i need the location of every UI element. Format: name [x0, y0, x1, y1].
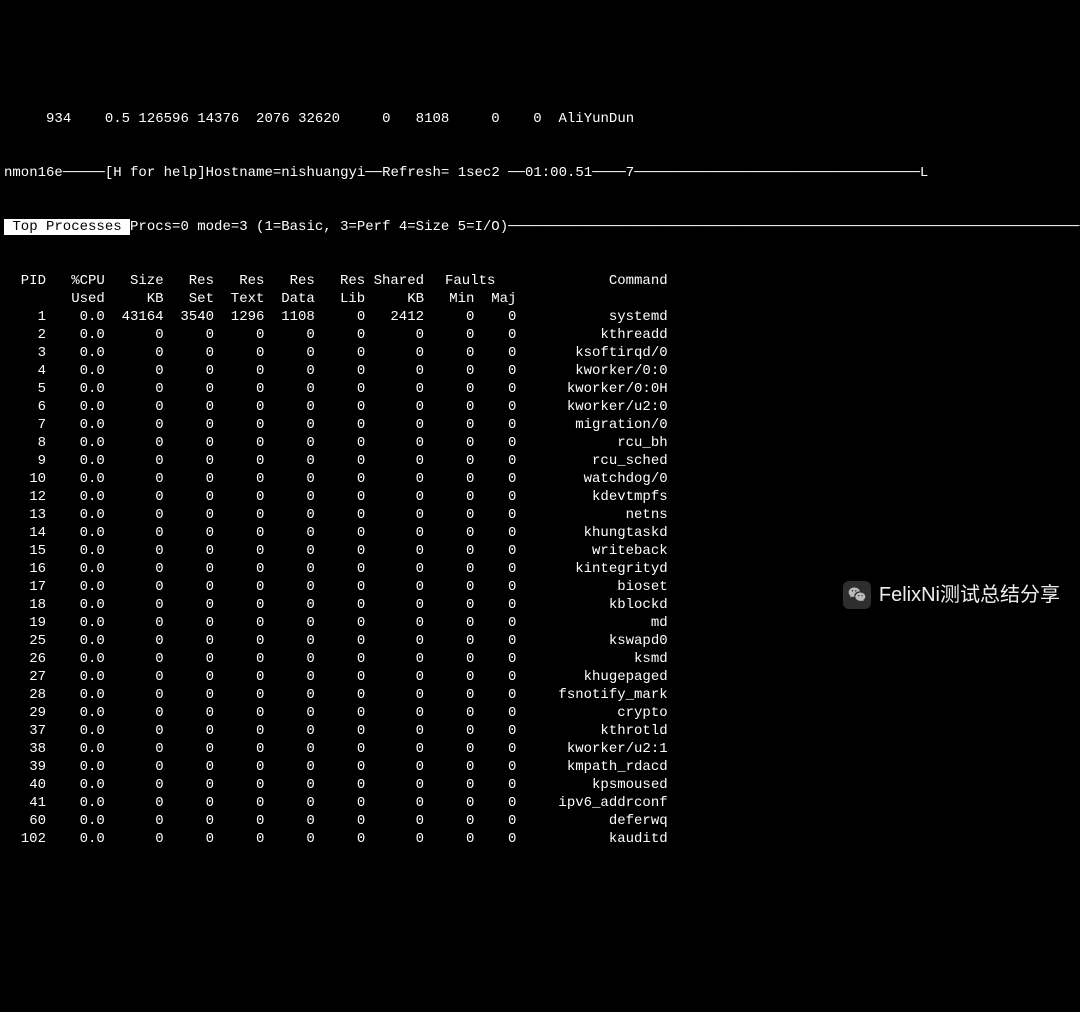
- nmon-version: nmon16e: [4, 165, 63, 181]
- table-row: 280.000000000fsnotify_mark: [4, 686, 668, 704]
- table-row: 70.000000000migration/0: [4, 416, 668, 434]
- time-value: 01:00.51: [525, 165, 592, 181]
- host-label: Hostname=: [206, 165, 282, 181]
- table-row: 90.000000000rcu_sched: [4, 452, 668, 470]
- table-row: 150.000000000writeback: [4, 542, 668, 560]
- terminal-output[interactable]: 934 0.5 126596 14376 2076 32620 0 8108 0…: [0, 72, 1080, 886]
- refresh-label: Refresh=: [382, 165, 449, 181]
- table-row: 10.0431643540129611080241200systemd: [4, 308, 668, 326]
- col-faults: Faults: [424, 272, 516, 290]
- table-row: 370.000000000kthrotld: [4, 722, 668, 740]
- status-line: nmon16e─────[H for help]Hostname=nishuan…: [4, 164, 1076, 182]
- header-row-2: Used KB Set Text Data Lib KB Min Maj: [4, 290, 668, 308]
- table-row: 170.000000000bioset: [4, 578, 668, 596]
- table-row: 290.000000000crypto: [4, 704, 668, 722]
- table-row: 270.000000000khugepaged: [4, 668, 668, 686]
- table-row: 260.000000000ksmd: [4, 650, 668, 668]
- col-res-text: Res: [214, 272, 264, 290]
- col-res-set: Res: [164, 272, 214, 290]
- table-row: 400.000000000kpsmoused: [4, 776, 668, 794]
- watermark-text: FelixNi测试总结分享: [879, 586, 1060, 604]
- refresh-value: 1sec2: [449, 165, 499, 181]
- table-row: 380.000000000kworker/u2:1: [4, 740, 668, 758]
- table-row: 250.000000000kswapd0: [4, 632, 668, 650]
- top-process-line: 934 0.5 126596 14376 2076 32620 0 8108 0…: [4, 110, 1076, 128]
- watermark: FelixNi测试总结分享: [843, 581, 1060, 609]
- table-row: 140.000000000khungtaskd: [4, 524, 668, 542]
- col-shared: Shared: [365, 272, 424, 290]
- header-row-1: PID %CPU Size Res Res Res Res Shared Fau…: [4, 272, 668, 290]
- table-row: 40.000000000kworker/0:0: [4, 362, 668, 380]
- col-size: Size: [105, 272, 164, 290]
- table-row: 390.000000000kmpath_rdacd: [4, 758, 668, 776]
- table-row: 130.000000000netns: [4, 506, 668, 524]
- col-res-lib: Res: [315, 272, 365, 290]
- mode-text: Procs=0 mode=3 (1=Basic, 3=Perf 4=Size 5…: [130, 219, 508, 235]
- col-cpu: %CPU: [46, 272, 105, 290]
- table-row: 50.000000000kworker/0:0H: [4, 380, 668, 398]
- table-row: 80.000000000rcu_bh: [4, 434, 668, 452]
- status-tail: L: [920, 165, 928, 181]
- table-row: 600.000000000deferwq: [4, 812, 668, 830]
- seg-value: 7: [626, 165, 634, 181]
- table-row: 100.000000000watchdog/0: [4, 470, 668, 488]
- table-row: 60.000000000kworker/u2:0: [4, 398, 668, 416]
- process-table: PID %CPU Size Res Res Res Res Shared Fau…: [4, 272, 668, 848]
- col-pid: PID: [4, 272, 46, 290]
- table-row: 120.000000000kdevtmpfs: [4, 488, 668, 506]
- wechat-icon: [843, 581, 871, 609]
- top-processes-label: Top Processes: [4, 219, 130, 235]
- host-value: nishuangyi: [281, 165, 365, 181]
- table-row: 20.000000000kthreadd: [4, 326, 668, 344]
- col-command: Command: [516, 272, 667, 290]
- table-row: 1020.000000000kauditd: [4, 830, 668, 848]
- table-row: 30.000000000ksoftirqd/0: [4, 344, 668, 362]
- table-row: 160.000000000kintegrityd: [4, 560, 668, 578]
- col-res-data: Res: [264, 272, 314, 290]
- section-title-line: Top Processes Procs=0 mode=3 (1=Basic, 3…: [4, 218, 1076, 236]
- help-hint: [H for help]: [105, 165, 206, 181]
- table-row: 410.000000000ipv6_addrconf: [4, 794, 668, 812]
- table-row: 180.000000000kblockd: [4, 596, 668, 614]
- table-row: 190.000000000md: [4, 614, 668, 632]
